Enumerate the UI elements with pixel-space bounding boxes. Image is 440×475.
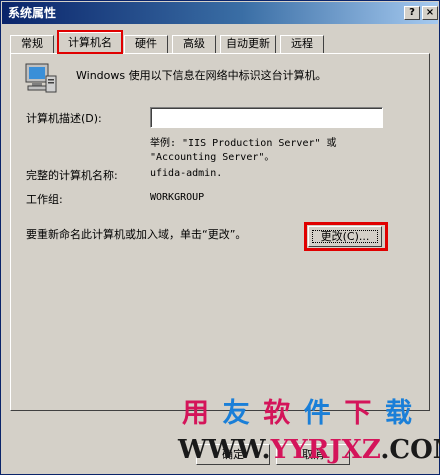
watermark-char: 用 [182, 398, 209, 429]
close-button[interactable]: × [422, 6, 438, 20]
rename-instruction: 要重新命名此计算机或加入域，单击“更改”。 [26, 228, 247, 241]
tab-hardware[interactable]: 硬件 [124, 35, 168, 53]
watermark-url-accent: YYRJXZ [270, 435, 381, 465]
tab-remote[interactable]: 远程 [280, 35, 324, 53]
watermark-url: WWW.YYRJXZ.COM [178, 435, 440, 465]
help-button[interactable]: ? [404, 6, 420, 20]
computer-icon [25, 63, 57, 93]
full-name-label: 完整的计算机名称: [26, 169, 118, 182]
title-bar[interactable]: 系统属性 ? × [2, 2, 438, 24]
watermark-brand: 用 友 软 件 下 载 [182, 398, 412, 430]
description-label: 计算机描述(D): [26, 112, 102, 125]
tab-strip: 常规 计算机名 硬件 高级 自动更新 远程 [10, 32, 430, 54]
watermark-char: 载 [384, 398, 412, 429]
tab-general[interactable]: 常规 [10, 35, 54, 53]
watermark-char: 友 [222, 398, 250, 429]
example-line-2: "Accounting Server"。 [150, 152, 275, 163]
description-field[interactable] [150, 107, 383, 128]
workgroup-value: WORKGROUP [150, 192, 205, 203]
watermark-url-suffix: .COM [380, 435, 440, 465]
watermark-char: 件 [303, 398, 331, 429]
change-button[interactable]: 更改(C)... [308, 226, 382, 247]
watermark-char: 下 [344, 398, 372, 429]
watermark-char: 软 [263, 398, 291, 429]
tab-computer-name[interactable]: 计算机名 [58, 32, 122, 54]
example-line-1: 举例: "IIS Production Server" 或 [150, 138, 337, 149]
change-button-label: 更改(C)... [320, 230, 370, 243]
watermark-url-prefix: WWW. [178, 435, 271, 465]
intro-text: Windows 使用以下信息在网络中标识这台计算机。 [76, 69, 327, 82]
full-name-value: ufida-admin. [150, 168, 223, 179]
window-title: 系统属性 [8, 6, 57, 20]
tab-auto-update[interactable]: 自动更新 [220, 35, 276, 53]
tab-advanced[interactable]: 高级 [172, 35, 216, 53]
workgroup-label: 工作组: [26, 193, 63, 206]
